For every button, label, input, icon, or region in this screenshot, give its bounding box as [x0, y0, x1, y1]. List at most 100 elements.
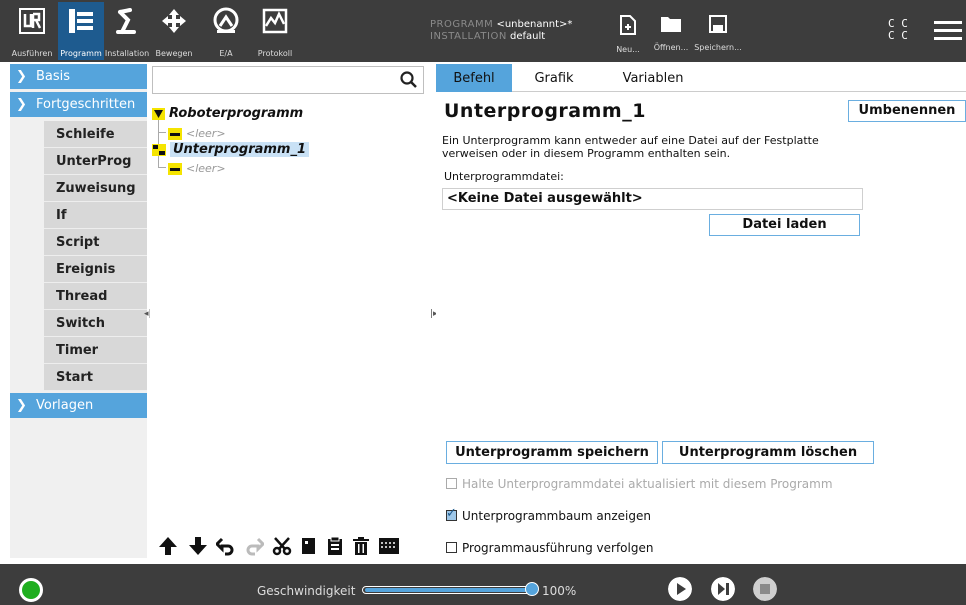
sidebar-item-subprogram[interactable]: UnterProg: [44, 148, 147, 175]
nav-log[interactable]: Protokoll: [252, 6, 298, 60]
move-arrows-icon: [162, 9, 186, 33]
speed-value: 100%: [542, 584, 577, 598]
node-detail-panel: Befehl Grafik Variablen Unterprogramm_1 …: [436, 64, 966, 558]
category-advanced-label: Fortgeschritten: [36, 97, 136, 112]
nav-run[interactable]: Ausführen: [8, 6, 56, 60]
nav-move[interactable]: Bewegen: [152, 6, 196, 60]
save-button[interactable]: Speichern...: [693, 14, 743, 52]
cut-icon[interactable]: [272, 536, 292, 556]
cc-line-2: C C: [888, 29, 908, 42]
category-templates-label: Vorlagen: [36, 398, 94, 413]
power-status-icon[interactable]: [19, 578, 43, 602]
suppress-icon[interactable]: [378, 536, 400, 556]
stop-icon[interactable]: [753, 577, 777, 601]
installation-key: INSTALLATION: [430, 31, 507, 42]
open-label: Öffnen...: [653, 43, 689, 52]
show-tree-label: Unterprogrammbaum anzeigen: [462, 509, 651, 523]
program-tree-panel: Roboterprogramm <leer> Unterprogramm_1 <…: [150, 64, 428, 558]
page-title: Unterprogramm_1: [444, 100, 646, 122]
sidebar-item-event[interactable]: Ereignis: [44, 256, 147, 283]
paste-icon[interactable]: [326, 536, 344, 556]
checkbox-box[interactable]: [446, 542, 457, 553]
sidebar-item-start[interactable]: Start: [44, 364, 147, 391]
tree-subprogram-label: Unterprogramm_1: [170, 142, 310, 157]
move-down-icon[interactable]: [188, 536, 208, 556]
keep-updated-label: Halte Unterprogrammdatei aktualisiert mi…: [462, 477, 833, 491]
sidebar-item-script[interactable]: Script: [44, 229, 147, 256]
search-icon[interactable]: [400, 71, 418, 89]
sidebar-item-if[interactable]: If: [44, 202, 147, 229]
nav-program-label: Programm: [60, 49, 102, 58]
tab-command[interactable]: Befehl: [436, 64, 512, 92]
empty-node-icon: [168, 127, 182, 140]
speed-slider[interactable]: [362, 582, 539, 596]
program-tree-icon: [69, 9, 93, 33]
tree-toolbar: [150, 534, 424, 556]
play-icon[interactable]: [668, 577, 692, 601]
sidebar-item-loop[interactable]: Schleife: [44, 121, 147, 148]
tree-empty-label: <leer>: [186, 127, 226, 140]
save-subprogram-button[interactable]: Unterprogramm speichern: [446, 441, 658, 464]
checkbox-box: [446, 478, 457, 489]
show-subprogram-tree-checkbox[interactable]: ✓ Unterprogrammbaum anzeigen: [446, 506, 651, 523]
follow-execution-label: Programmausführung verfolgen: [462, 541, 654, 555]
subprogram-description: Ein Unterprogramm kann entweder auf eine…: [442, 134, 819, 160]
move-up-icon[interactable]: [158, 536, 178, 556]
new-file-icon: [620, 15, 636, 35]
nav-installation-label: Installation: [104, 49, 150, 58]
category-advanced[interactable]: ❯ Fortgeschritten: [10, 92, 147, 117]
top-bar: Ausführen Programm Installation Bewegen …: [0, 0, 966, 62]
nav-run-label: Ausführen: [11, 49, 53, 58]
speed-slider-knob[interactable]: [525, 582, 539, 596]
installation-name: default: [509, 31, 546, 42]
speed-label: Geschwindigkeit: [257, 584, 356, 598]
speed-slider-fill: [365, 588, 531, 592]
tree-subprogram-node[interactable]: Unterprogramm_1: [152, 142, 310, 157]
sidebar-item-thread[interactable]: Thread: [44, 283, 147, 310]
category-basis[interactable]: ❯ Basis: [10, 64, 147, 89]
delete-icon[interactable]: [352, 536, 370, 556]
nav-io-label: E/A: [219, 49, 233, 58]
tree-sub-empty-node[interactable]: <leer>: [168, 161, 226, 176]
nav-installation[interactable]: Installation: [104, 6, 150, 60]
follow-execution-checkbox[interactable]: Programmausführung verfolgen: [446, 541, 653, 555]
save-icon: [709, 15, 727, 33]
program-info: PROGRAMM <unbenannt>* INSTALLATION defau…: [430, 19, 572, 43]
checkbox-checked-icon[interactable]: ✓: [446, 506, 457, 521]
cc-indicator: C C C C: [888, 18, 908, 42]
redo-icon: [246, 537, 264, 556]
undo-icon[interactable]: [216, 536, 236, 556]
rename-button[interactable]: Umbenennen: [848, 100, 966, 122]
tab-variables[interactable]: Variablen: [610, 64, 696, 92]
nav-io[interactable]: E/A: [204, 6, 248, 60]
open-button[interactable]: Öffnen...: [646, 14, 696, 52]
robot-arm-icon: [116, 8, 136, 34]
nav-log-label: Protokoll: [257, 49, 293, 58]
category-templates[interactable]: ❯ Vorlagen: [10, 393, 147, 418]
load-file-button[interactable]: Datei laden: [709, 214, 860, 236]
chevron-right-icon: ❯: [16, 69, 27, 84]
program-node-sidebar: ❯ Basis ❯ Fortgeschritten Schleife UnterPr…: [10, 64, 147, 558]
detail-tabs: Befehl Grafik Variablen: [436, 64, 966, 92]
hamburger-menu-icon[interactable]: [934, 21, 962, 43]
tree-root-node[interactable]: Roboterprogramm: [152, 106, 303, 121]
subprogram-node-icon: [152, 143, 166, 156]
program-key: PROGRAMM: [430, 19, 494, 30]
copy-icon[interactable]: [300, 536, 318, 556]
sidebar-item-switch[interactable]: Switch: [44, 310, 147, 337]
sidebar-item-assignment[interactable]: Zuweisung: [44, 175, 147, 202]
sidebar-item-timer[interactable]: Timer: [44, 337, 147, 364]
nav-program[interactable]: Programm: [58, 2, 104, 60]
log-icon: [262, 8, 288, 34]
tab-graphics[interactable]: Grafik: [524, 64, 584, 92]
delete-subprogram-button[interactable]: Unterprogramm löschen: [662, 441, 874, 464]
folder-icon: [661, 17, 681, 32]
bottom-bar: Geschwindigkeit 100%: [0, 564, 966, 605]
tree-search-input[interactable]: [152, 66, 424, 94]
subprogram-file-label: Unterprogrammdatei:: [444, 170, 564, 183]
subprogram-file-field[interactable]: <Keine Datei ausgewählt>: [442, 188, 863, 210]
step-icon[interactable]: [711, 577, 735, 601]
ur-logo-icon: [19, 8, 45, 34]
io-icon: [213, 7, 239, 33]
tree-empty-node[interactable]: <leer>: [168, 126, 226, 141]
